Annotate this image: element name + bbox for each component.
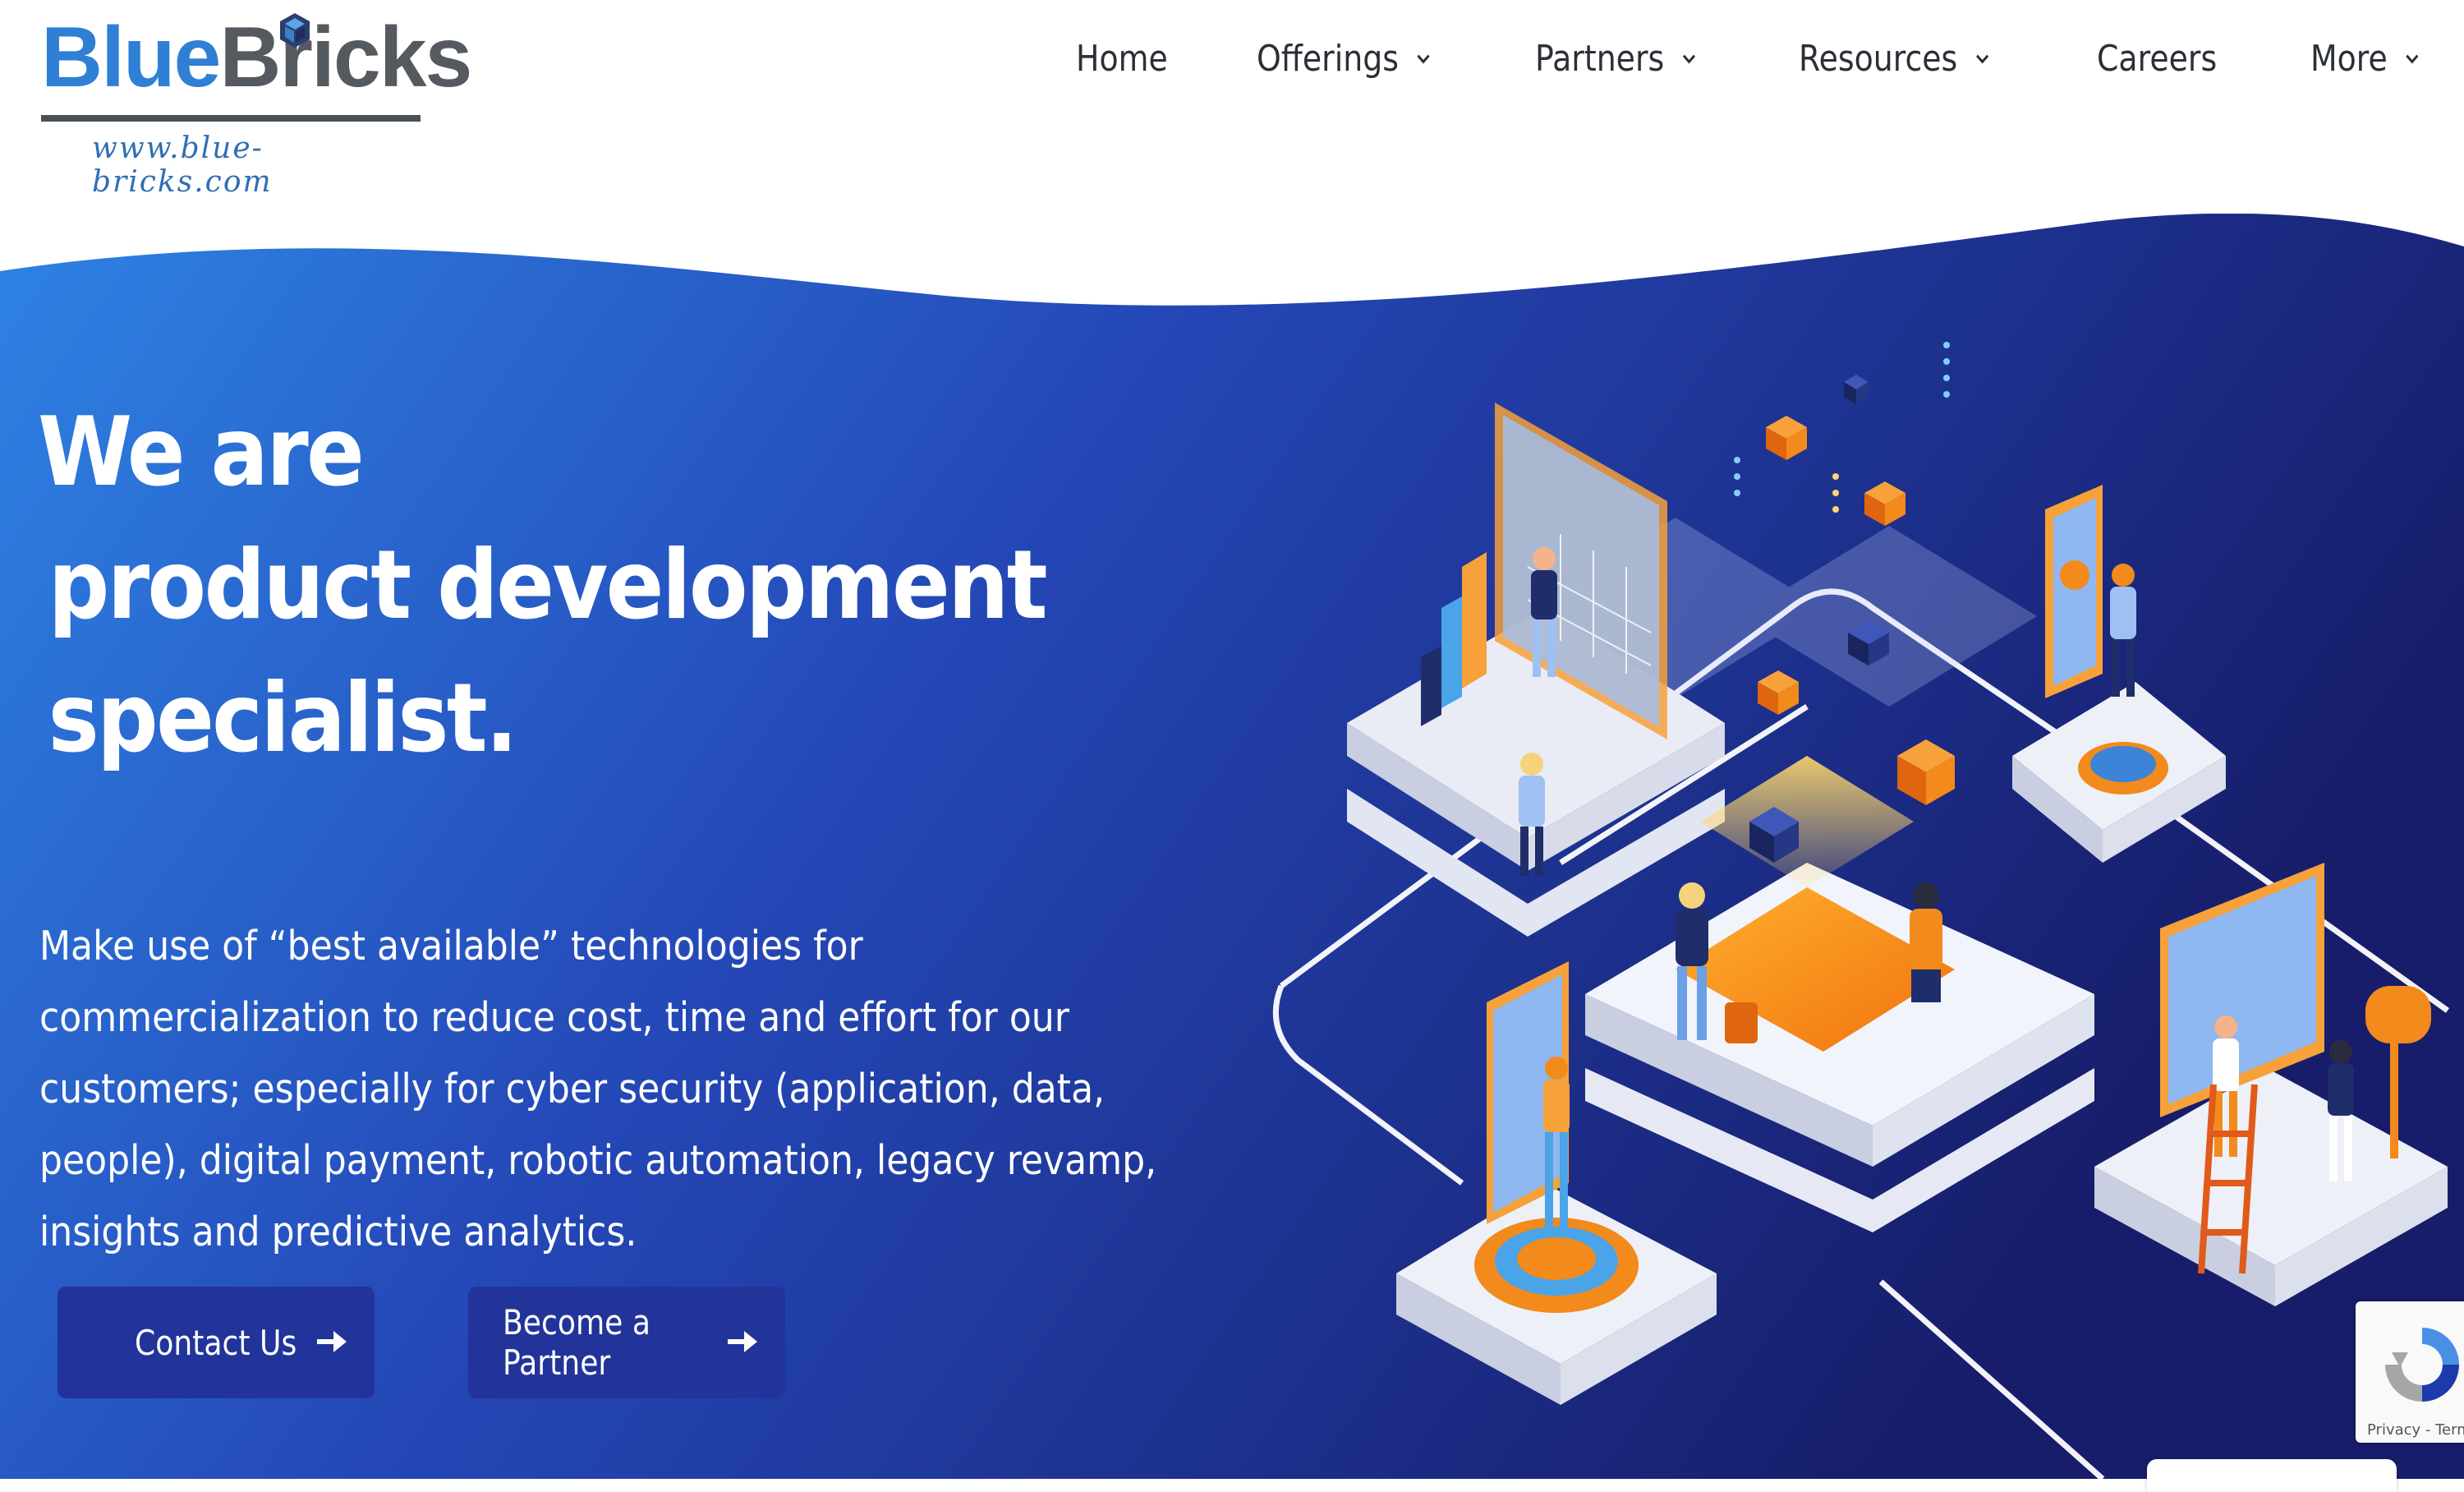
nav-label: Offerings xyxy=(1257,38,1400,80)
recaptcha-badge[interactable]: Privacy - Terms xyxy=(2356,1301,2464,1443)
headline-line-3: specialist. xyxy=(48,663,518,774)
bluebricks-logo[interactable]: BlueBricks www.blue-bricks.com xyxy=(41,10,472,199)
nav-label: Home xyxy=(1076,38,1169,80)
headline-line-1: We are xyxy=(38,397,365,508)
chevron-down-icon xyxy=(1976,54,1989,64)
nav-item-resources[interactable]: Resources xyxy=(1799,38,1992,80)
nav-item-careers[interactable]: Careers xyxy=(2097,38,2217,80)
recaptcha-privacy-terms[interactable]: Privacy - Terms xyxy=(2367,1421,2464,1439)
nav-item-home[interactable]: Home xyxy=(1076,38,1168,80)
logo-url: www.blue-bricks.com xyxy=(92,131,273,199)
nav-item-partners[interactable]: Partners xyxy=(1535,38,1699,80)
logo-cube-icon xyxy=(280,13,310,48)
logo-wordmark: BlueBricks xyxy=(41,10,472,105)
chevron-down-icon xyxy=(1417,54,1430,64)
nav-label: Careers xyxy=(2096,38,2218,80)
phone-screen-right xyxy=(2045,485,2103,698)
site-header: BlueBricks www.blue-bricks.com Home Offe… xyxy=(0,0,2464,214)
arrow-right-icon xyxy=(317,1331,347,1352)
contact-us-button[interactable]: Contact Us xyxy=(57,1287,375,1398)
logo-underline xyxy=(41,115,421,122)
contact-us-label: Contact Us xyxy=(135,1322,297,1363)
bottom-tab[interactable] xyxy=(2147,1459,2397,1492)
arrow-right-icon xyxy=(728,1331,757,1352)
nav-label: Partners xyxy=(1535,38,1665,80)
chevron-down-icon xyxy=(1683,54,1696,64)
nav-label: Resources xyxy=(1799,38,1958,80)
nav-item-more[interactable]: More xyxy=(2310,38,2421,80)
hero-description: Make use of “best available” technologie… xyxy=(39,923,1157,1255)
become-partner-label: Become a Partner xyxy=(503,1302,650,1383)
chevron-down-icon xyxy=(2406,54,2419,64)
hero-headline: We are product development specialist. xyxy=(38,386,1048,785)
recaptcha-icon xyxy=(2385,1328,2459,1402)
main-nav: Home Offerings Partners Resources Career… xyxy=(1002,38,2439,80)
headline-line-2: product development xyxy=(48,530,1048,641)
nav-item-offerings[interactable]: Offerings xyxy=(1257,38,1432,80)
nav-label: More xyxy=(2310,38,2388,80)
become-partner-button[interactable]: Become a Partner xyxy=(468,1287,785,1398)
